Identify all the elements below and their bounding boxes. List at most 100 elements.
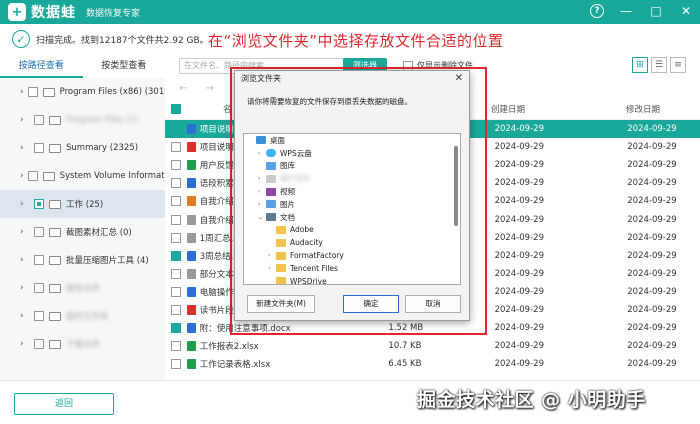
chevron-right-icon[interactable]: › bbox=[20, 311, 30, 321]
app-subtitle: 数据恢复专家 bbox=[86, 8, 141, 19]
back-arrow-icon[interactable]: ← bbox=[179, 83, 187, 94]
folder-tree-item[interactable]: ⌄ 文档 bbox=[244, 211, 460, 224]
expand-icon[interactable]: ⌄ bbox=[258, 214, 266, 221]
folder-tree-item[interactable]: › 视频 bbox=[244, 185, 460, 198]
checkbox[interactable] bbox=[34, 283, 44, 293]
folder-tree-item[interactable]: Adobe bbox=[244, 224, 460, 237]
folder-icon bbox=[266, 161, 276, 170]
table-row[interactable]: 工作报表2.xlsx 10.7 KB 2024-09-29 2024-09-29 bbox=[165, 337, 700, 355]
file-icon bbox=[186, 250, 196, 261]
help-icon[interactable]: ? bbox=[590, 4, 604, 18]
sidebar-item[interactable]: › Summary (2325) bbox=[0, 134, 165, 162]
folder-tree-item[interactable]: › WPS云盘 bbox=[244, 147, 460, 160]
scrollbar[interactable] bbox=[454, 146, 458, 226]
sidebar-item-label: 批量压缩图片工具 (4) bbox=[66, 256, 149, 266]
folder-tree-item[interactable]: › 图片 bbox=[244, 198, 460, 211]
created-date: 2024-09-29 bbox=[494, 286, 544, 297]
expand-icon[interactable]: › bbox=[268, 252, 276, 259]
checkbox[interactable] bbox=[34, 255, 44, 265]
row-checkbox[interactable] bbox=[171, 304, 181, 315]
row-checkbox[interactable] bbox=[171, 142, 181, 153]
sidebar-item[interactable]: › Program Files (1) bbox=[0, 106, 165, 134]
forward-arrow-icon[interactable]: → bbox=[205, 83, 213, 94]
dialog-close-icon[interactable]: ✕ bbox=[455, 73, 463, 84]
modified-date: 2024-09-29 bbox=[627, 359, 677, 370]
header-modified[interactable]: 修改日期 bbox=[626, 103, 700, 115]
folder-tree-item[interactable]: Audacity bbox=[244, 236, 460, 249]
sidebar-item[interactable]: › 工作 (25) bbox=[0, 190, 165, 218]
chevron-right-icon[interactable]: › bbox=[20, 283, 30, 293]
row-checkbox[interactable] bbox=[171, 323, 181, 334]
chevron-right-icon[interactable]: › bbox=[20, 115, 30, 125]
row-checkbox[interactable] bbox=[171, 359, 181, 370]
sidebar-item[interactable]: › 微信文件 bbox=[0, 274, 165, 302]
header-created[interactable]: 创建日期 bbox=[491, 103, 626, 115]
expand-icon[interactable]: › bbox=[268, 265, 276, 272]
list-view-icon[interactable]: ☰ bbox=[651, 57, 667, 73]
sidebar-item[interactable]: › 临时文件夹 bbox=[0, 302, 165, 330]
created-date: 2024-09-29 bbox=[494, 196, 544, 207]
checkbox[interactable] bbox=[34, 311, 44, 321]
sidebar-item[interactable]: › 批量压缩图片工具 (4) bbox=[0, 246, 165, 274]
row-checkbox[interactable] bbox=[171, 214, 181, 225]
row-checkbox[interactable] bbox=[171, 124, 181, 135]
expand-icon[interactable]: › bbox=[258, 201, 266, 208]
ok-button[interactable]: 确定 bbox=[343, 295, 399, 313]
folder-tree-item[interactable]: › Tencent Files bbox=[244, 262, 460, 275]
expand-icon[interactable]: › bbox=[258, 150, 266, 157]
chevron-right-icon[interactable]: › bbox=[20, 339, 30, 349]
expand-icon[interactable]: › bbox=[258, 188, 266, 195]
sidebar-item[interactable]: › 截图素材汇总 (0) bbox=[0, 218, 165, 246]
cancel-button[interactable]: 取消 bbox=[405, 295, 461, 313]
checkbox[interactable] bbox=[34, 339, 44, 349]
folder-icon bbox=[49, 143, 61, 153]
row-checkbox[interactable] bbox=[171, 160, 181, 171]
checkbox[interactable] bbox=[34, 227, 44, 237]
table-row[interactable]: 工作记录表格.xlsx 6.45 KB 2024-09-29 2024-09-29 bbox=[165, 355, 700, 373]
chevron-right-icon[interactable]: › bbox=[20, 255, 30, 265]
maximize-icon[interactable]: □ bbox=[648, 3, 664, 19]
row-checkbox[interactable] bbox=[171, 178, 181, 189]
row-checkbox[interactable] bbox=[171, 250, 181, 261]
checkbox[interactable] bbox=[27, 87, 38, 97]
sidebar-item[interactable]: › System Volume Informati bbox=[0, 162, 165, 190]
sidebar-item[interactable]: › 下载文件 bbox=[0, 330, 165, 358]
expand-icon[interactable]: › bbox=[258, 175, 266, 182]
tab-by-type[interactable]: 按类型查看 bbox=[83, 56, 166, 78]
chevron-right-icon[interactable]: › bbox=[20, 199, 30, 209]
tab-by-path[interactable]: 按路径查看 bbox=[0, 56, 83, 78]
file-icon bbox=[186, 196, 196, 207]
created-date: 2024-09-29 bbox=[494, 304, 544, 315]
minimize-icon[interactable]: — bbox=[618, 3, 634, 19]
grid-view-icon[interactable]: ⊞ bbox=[632, 57, 648, 73]
folder-tree-item[interactable]: › 用户文件 bbox=[244, 172, 460, 185]
folder-tree-item[interactable]: 图库 bbox=[244, 160, 460, 173]
chevron-right-icon[interactable]: › bbox=[20, 143, 30, 153]
status-text: 扫描完成。找到12187个文件共2.92 GB。 bbox=[36, 35, 209, 46]
close-icon[interactable]: ✕ bbox=[678, 3, 694, 19]
folder-label: 视频 bbox=[280, 187, 295, 197]
folder-tree-item[interactable]: 桌面 bbox=[244, 134, 460, 147]
folder-tree-item[interactable]: WPSDrive bbox=[244, 275, 460, 284]
row-checkbox[interactable] bbox=[171, 341, 181, 352]
folder-tree-item[interactable]: › FormatFactory bbox=[244, 249, 460, 262]
sidebar-item[interactable]: › Program Files (x86) (3010) bbox=[0, 78, 165, 106]
checkbox[interactable] bbox=[34, 143, 44, 153]
row-checkbox[interactable] bbox=[171, 232, 181, 243]
row-checkbox[interactable] bbox=[171, 268, 181, 279]
back-button[interactable]: 返回 bbox=[14, 393, 114, 415]
checkbox[interactable] bbox=[27, 171, 38, 181]
detail-view-icon[interactable]: ≡ bbox=[670, 57, 686, 73]
file-icon bbox=[186, 286, 196, 297]
chevron-right-icon[interactable]: › bbox=[20, 87, 24, 97]
title-bar: + 数据蛙 数据恢复专家 ? — □ ✕ bbox=[0, 0, 700, 24]
select-all-checkbox[interactable] bbox=[171, 103, 181, 114]
new-folder-button[interactable]: 新建文件夹(M) bbox=[247, 295, 315, 313]
file-icon bbox=[186, 124, 196, 135]
checkbox[interactable] bbox=[34, 115, 44, 125]
chevron-right-icon[interactable]: › bbox=[20, 171, 24, 181]
chevron-right-icon[interactable]: › bbox=[20, 227, 30, 237]
checkbox[interactable] bbox=[34, 199, 44, 209]
row-checkbox[interactable] bbox=[171, 286, 181, 297]
row-checkbox[interactable] bbox=[171, 196, 181, 207]
